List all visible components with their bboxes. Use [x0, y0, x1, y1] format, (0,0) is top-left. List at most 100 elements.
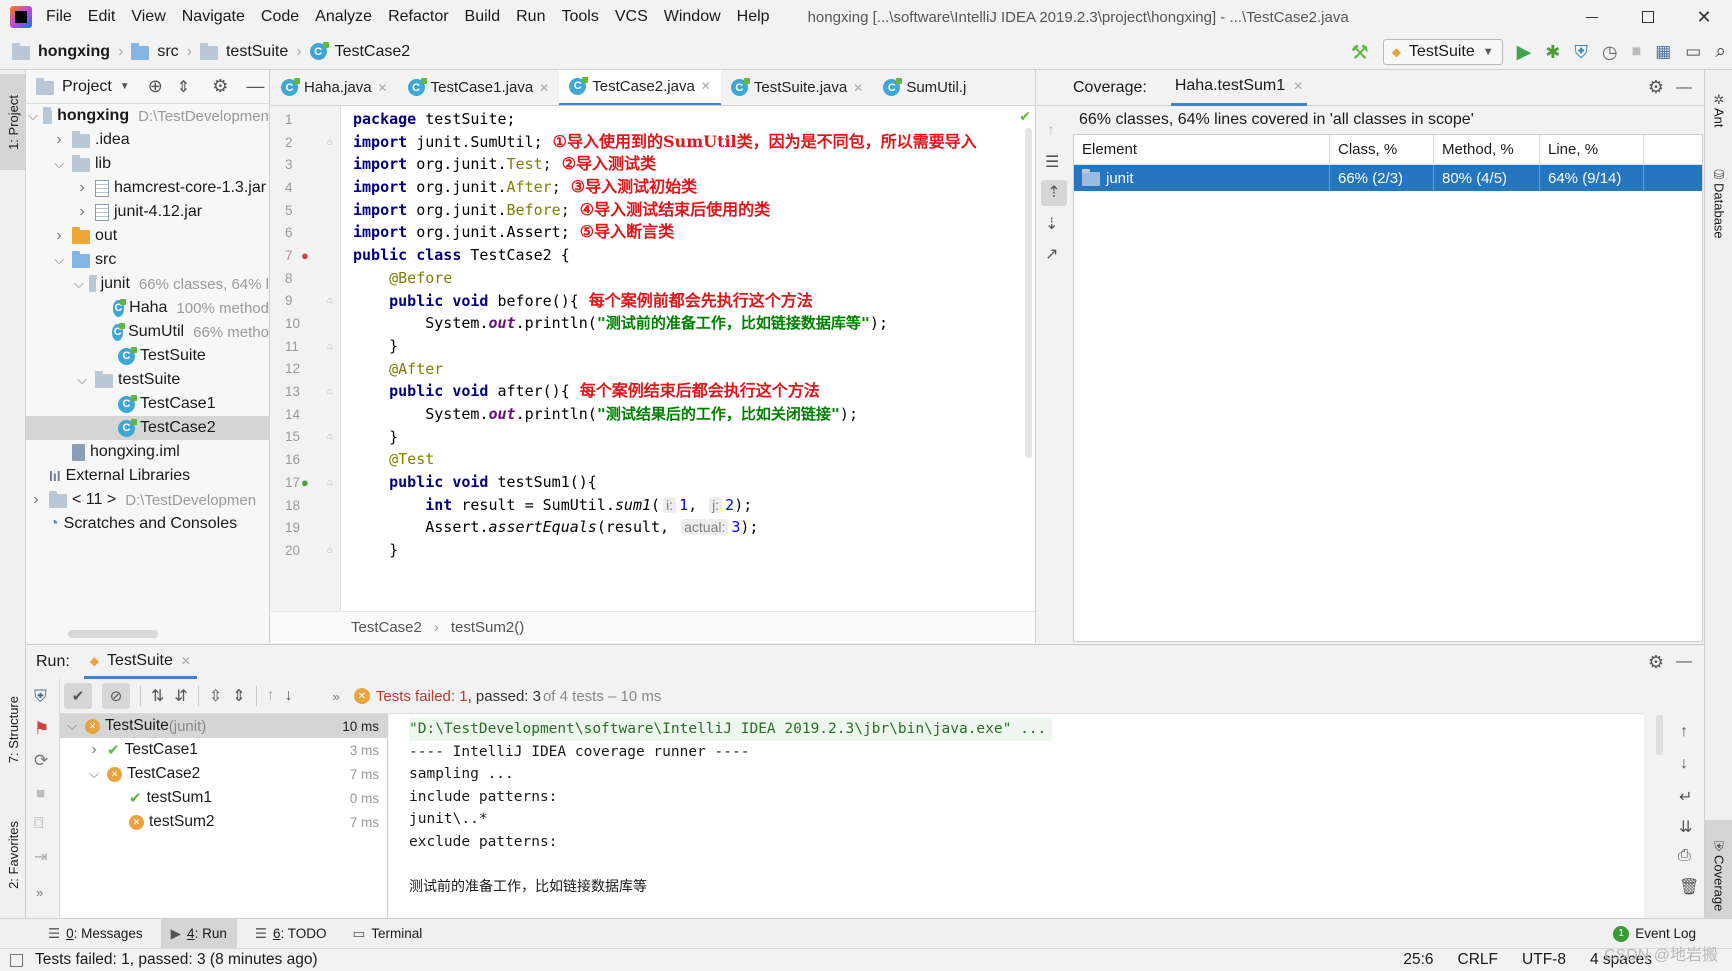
search-everywhere-icon[interactable]: ⌕ — [1715, 41, 1726, 63]
locate-icon[interactable]: ⊕ — [148, 76, 163, 97]
side-tab-structure[interactable]: 7: Structure — [0, 682, 26, 778]
project-tree-item[interactable]: C Haha 100% method — [26, 296, 269, 320]
project-view-selector[interactable]: Project — [62, 78, 112, 96]
menu-navigate[interactable]: Navigate — [182, 8, 245, 26]
more-icon[interactable]: » — [333, 689, 340, 704]
project-tree-item[interactable]: › junit-4.12.jar — [26, 200, 269, 224]
code-body[interactable]: package testSuite; import junit.SumUtil; ①… — [341, 106, 1035, 611]
sort-by-duration-icon[interactable]: ⇵ — [174, 686, 187, 706]
project-tree-item[interactable]: C TestSuite — [26, 344, 269, 368]
test-tree-item[interactable]: ✔ testSum1 0 ms — [60, 786, 387, 810]
gear-icon[interactable]: ⚙ — [1648, 652, 1664, 673]
chevron-down-icon[interactable]: ⌵ — [28, 108, 38, 124]
menu-window[interactable]: Window — [664, 8, 721, 26]
project-tree-item[interactable]: › hamcrest-core-1.3.jar — [26, 176, 269, 200]
editor-tab[interactable]: C Haha.java ✕ — [271, 72, 398, 104]
test-tree-item[interactable]: ✕ testSum2 7 ms — [60, 810, 387, 834]
fold-marker-icon[interactable]: ⌂ — [327, 431, 333, 442]
run-test-method-icon[interactable]: ● — [301, 475, 309, 490]
coverage-row[interactable]: junit 66% (2/3) 80% (4/5) 64% (9/14) — [1074, 165, 1702, 191]
project-tree-item[interactable]: hongxing.iml — [26, 440, 269, 464]
menu-edit[interactable]: Edit — [88, 8, 116, 26]
breadcrumb-project[interactable]: hongxing — [38, 43, 110, 61]
chevron-down-icon[interactable]: ⌵ — [74, 276, 84, 292]
run-tab[interactable]: ◆ TestSuite ✕ — [83, 645, 197, 679]
breadcrumb-class[interactable]: TestCase2 — [335, 43, 411, 61]
project-tree-item[interactable]: C TestCase2 — [26, 416, 269, 440]
menu-vcs[interactable]: VCS — [615, 8, 648, 26]
fold-marker-icon[interactable]: ⌂ — [327, 545, 333, 556]
project-tree-item[interactable]: ⌵ lib — [26, 152, 269, 176]
editor-tab[interactable]: C TestCase2.java ✕ — [559, 70, 721, 105]
gear-icon[interactable]: ⚙ — [212, 76, 228, 97]
coverage-tab[interactable]: Haha.testSum1 ✕ — [1170, 70, 1308, 106]
side-tab-coverage[interactable]: ⛨ Coverage — [1705, 820, 1732, 930]
next-failed-icon[interactable]: ↓ — [285, 687, 293, 705]
test-tree-item[interactable]: › ✔ TestCase1 3 ms — [60, 738, 387, 762]
caret-position[interactable]: 25:6 — [1403, 951, 1433, 969]
generate-report-icon[interactable]: ⇣ — [1045, 214, 1058, 234]
flatten-packages-icon[interactable]: ☰ — [1045, 152, 1059, 172]
console-output[interactable]: "D:\TestDevelopment\software\IntelliJ ID… — [389, 713, 1644, 919]
print-icon[interactable]: ⎙ — [1678, 847, 1691, 865]
project-tree-item[interactable]: ⌵ hongxing D:\TestDevelopmen — [26, 104, 269, 128]
debug-icon[interactable]: ✱ — [1545, 42, 1560, 63]
exit-icon[interactable]: ⇥ — [34, 847, 47, 867]
project-tree-item[interactable]: › .idea — [26, 128, 269, 152]
project-tree-item[interactable]: lıl External Libraries — [26, 464, 269, 488]
expand-all-icon[interactable]: ⇳ — [209, 686, 222, 706]
line-separator[interactable]: CRLF — [1458, 951, 1498, 969]
rerun-failed-icon[interactable]: ⚑ — [34, 719, 49, 739]
console-scrollbar[interactable] — [1656, 715, 1663, 755]
close-icon[interactable]: ✕ — [539, 81, 549, 95]
chevron-right-icon[interactable]: › — [51, 227, 67, 245]
chevron-right-icon[interactable]: › — [86, 741, 102, 759]
crumb-method[interactable]: testSum2() — [451, 619, 524, 636]
scroll-to-end-icon[interactable]: ⇊ — [1679, 817, 1692, 837]
close-icon[interactable]: ✕ — [1293, 79, 1303, 93]
hide-icon[interactable]: — — [1676, 653, 1692, 671]
chevron-right-icon[interactable]: › — [74, 179, 90, 197]
project-tree-item[interactable]: › out — [26, 224, 269, 248]
editor-tab[interactable]: C TestCase1.java ✕ — [398, 72, 560, 104]
fold-marker-icon[interactable]: ⌂ — [327, 295, 333, 306]
chevron-right-icon[interactable]: › — [28, 491, 44, 509]
run-with-coverage-icon[interactable]: ⛨ — [1574, 42, 1588, 63]
tool-run[interactable]: ▶ 4: Run — [160, 918, 237, 949]
close-icon[interactable]: ✕ — [853, 81, 863, 95]
event-log[interactable]: 1 Event Log — [1613, 925, 1696, 942]
clear-all-icon[interactable]: 🗑 — [1679, 877, 1699, 897]
editor-tab[interactable]: C SumUtil.j — [873, 72, 976, 104]
run-test-class-icon[interactable]: ● — [301, 248, 309, 263]
fold-marker-icon[interactable]: ⌂ — [327, 341, 333, 352]
go-up-icon[interactable]: ↑ — [1047, 122, 1055, 140]
profile-icon[interactable]: ◷ — [1602, 42, 1618, 63]
build-hammer-icon[interactable]: ⚒ — [1351, 40, 1369, 65]
menu-refactor[interactable]: Refactor — [388, 8, 448, 26]
coverage-column-header[interactable]: Class, % — [1330, 134, 1434, 165]
chevron-down-icon[interactable]: ⌵ — [74, 372, 90, 388]
rerun-icon[interactable]: ⛨ — [34, 687, 47, 707]
close-icon[interactable]: ✕ — [378, 81, 388, 95]
fold-marker-icon[interactable]: ⌂ — [327, 386, 333, 397]
chevron-right-icon[interactable]: › — [74, 203, 90, 221]
show-ignored-toggle[interactable]: ⊘ — [102, 683, 130, 709]
close-window-button[interactable]: ✕ — [1676, 0, 1732, 34]
project-tree-item[interactable]: ◔ Scratches and Consoles — [26, 512, 269, 536]
side-tab-ant[interactable]: ✲ Ant — [1705, 80, 1732, 140]
horizontal-scrollbar[interactable] — [68, 630, 158, 638]
breadcrumb-package[interactable]: testSuite — [226, 43, 288, 61]
menu-file[interactable]: File — [46, 8, 72, 26]
close-icon[interactable]: ✕ — [181, 654, 191, 668]
tool-todo[interactable]: ☰ 6: TODO — [247, 919, 335, 949]
screenshot-icon[interactable]: ⌼ — [34, 815, 44, 833]
chevron-down-icon[interactable]: ⌵ — [51, 252, 67, 268]
project-tree-item[interactable]: ⌵ testSuite — [26, 368, 269, 392]
minimize-button[interactable] — [1564, 0, 1620, 34]
navigate-with-single-click-icon[interactable]: ⇡ — [1041, 180, 1067, 206]
menu-run[interactable]: Run — [516, 8, 545, 26]
chevron-down-icon[interactable]: ⌵ — [51, 156, 67, 172]
terminal-toolbar-icon[interactable]: ▭ — [1685, 42, 1701, 62]
project-tree-item[interactable]: ⌵ junit 66% classes, 64% l — [26, 272, 269, 296]
more-icon[interactable]: » — [36, 885, 43, 900]
